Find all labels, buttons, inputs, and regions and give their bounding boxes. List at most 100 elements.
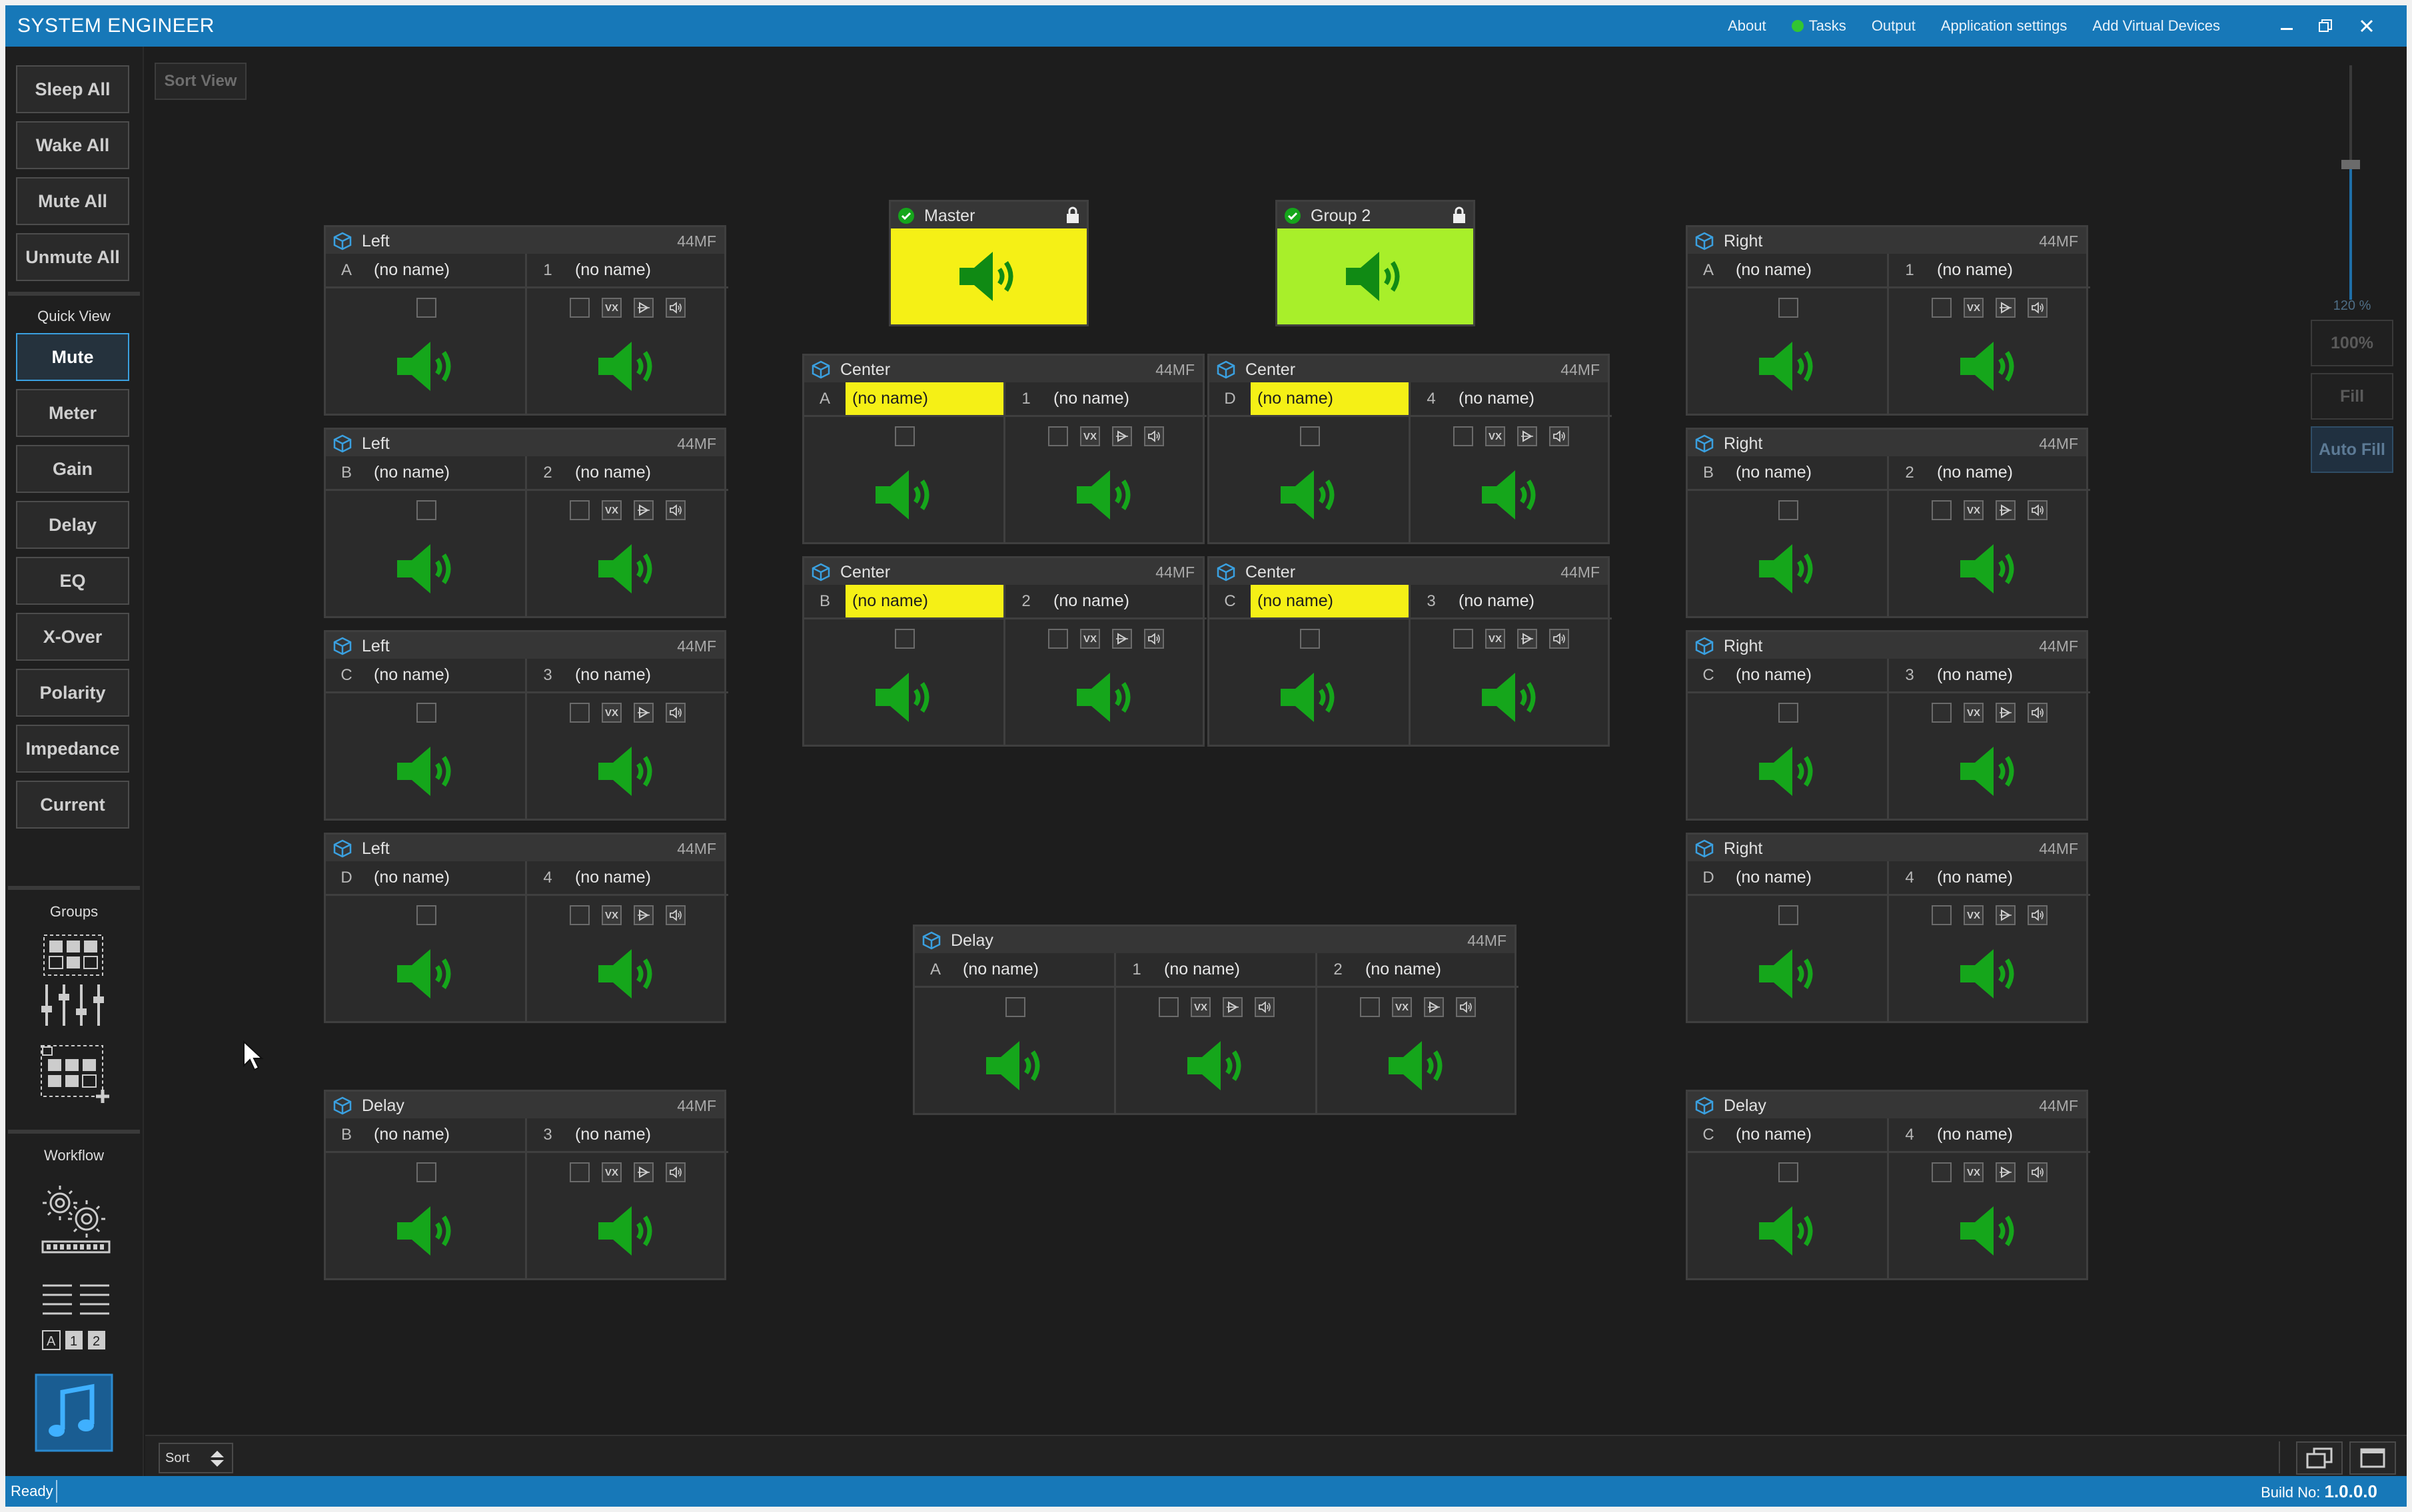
channel-checkbox[interactable] [416,905,436,925]
device-panel[interactable]: Center 44MF D (no name) 4 (no name) VX [1207,354,1612,544]
unmute-all-button[interactable]: Unmute All [16,233,129,281]
channel-name[interactable]: (no name) [956,953,1114,986]
sleep-all-button[interactable]: Sleep All [16,65,129,113]
mute-speaker-icon[interactable] [1385,1036,1451,1099]
mute-speaker-icon[interactable] [594,1201,661,1264]
mute-speaker-icon[interactable] [1755,1201,1822,1264]
channel-checkbox[interactable] [416,298,436,318]
quick-view-impedance[interactable]: Impedance [16,725,129,773]
lock-icon[interactable] [1065,206,1080,224]
channel-name[interactable]: (no name) [1452,585,1612,617]
mute-speaker-icon[interactable] [1956,336,2023,400]
speaker-small-icon[interactable] [1144,426,1164,446]
vx-button[interactable]: VX [602,298,622,318]
channel-checkbox[interactable] [416,1162,436,1182]
group-master[interactable]: Master [889,200,1089,326]
mute-speaker-icon[interactable] [594,741,661,805]
quick-view-delay[interactable]: Delay [16,501,129,549]
channel-name[interactable]: (no name) [1452,382,1612,415]
speaker-small-icon[interactable] [2028,298,2048,318]
channel-checkbox[interactable] [1048,426,1068,446]
vx-button[interactable]: VX [602,905,622,925]
workflow-settings-icon[interactable] [40,1183,112,1260]
limiter-icon[interactable] [634,905,654,925]
device-panel[interactable]: Right 44MF B (no name) 2 (no name) VX [1686,428,2090,618]
channel-checkbox[interactable] [570,905,590,925]
mute-speaker-icon[interactable] [594,944,661,1007]
device-panel[interactable]: Left 44MF A (no name) 1 (no name) VX [324,225,728,416]
mute-speaker-icon[interactable] [1956,1201,2023,1264]
channel-name[interactable]: (no name) [1729,254,1887,286]
quick-view-eq[interactable]: EQ [16,557,129,605]
channel-checkbox[interactable] [570,500,590,520]
channel-name[interactable]: (no name) [1729,659,1887,691]
channel-name[interactable]: (no name) [568,861,728,894]
menu-about[interactable]: About [1728,17,1766,35]
vx-button[interactable]: VX [602,500,622,520]
channel-checkbox[interactable] [1300,426,1320,446]
channel-name[interactable]: (no name) [367,659,525,691]
zoom-fill-button[interactable]: Fill [2311,373,2393,420]
channel-checkbox[interactable] [1932,703,1952,723]
device-panel[interactable]: Right 44MF C (no name) 3 (no name) VX [1686,630,2090,821]
device-panel[interactable]: Center 44MF A (no name) 1 (no name) VX [802,354,1207,544]
device-panel[interactable]: Delay 44MF A (no name) 1 (no name) VX 2 (no name… [913,925,1518,1115]
mute-speaker-icon[interactable] [1478,667,1544,731]
music-note-icon[interactable] [35,1373,113,1455]
speaker-small-icon[interactable] [666,703,686,723]
channel-checkbox[interactable] [1778,1162,1798,1182]
vx-button[interactable]: VX [1485,629,1505,649]
channel-checkbox[interactable] [416,703,436,723]
limiter-icon[interactable] [1996,500,2016,520]
channel-name[interactable]: (no name) [846,585,1003,617]
channel-checkbox[interactable] [1453,629,1473,649]
quick-view-polarity[interactable]: Polarity [16,669,129,717]
group-grid-icon[interactable] [43,934,104,980]
speaker-small-icon[interactable] [1255,997,1275,1017]
limiter-icon[interactable] [1517,426,1537,446]
quick-view-x-over[interactable]: X-Over [16,613,129,661]
device-panel[interactable]: Left 44MF C (no name) 3 (no name) VX [324,630,728,821]
tile-windows-icon[interactable] [2296,1441,2343,1475]
channel-name[interactable]: (no name) [1047,585,1207,617]
channel-checkbox[interactable] [1005,997,1025,1017]
channel-checkbox[interactable] [1778,298,1798,318]
menu-application-settings[interactable]: Application settings [1941,17,2068,35]
device-panel[interactable]: Delay 44MF C (no name) 4 (no name) VX [1686,1090,2090,1280]
menu-add-virtual-devices[interactable]: Add Virtual Devices [2092,17,2220,35]
menu-tasks[interactable]: Tasks [1791,17,1846,35]
channel-checkbox[interactable] [1048,629,1068,649]
vx-button[interactable]: VX [1080,426,1100,446]
vx-button[interactable]: VX [1080,629,1100,649]
vx-button[interactable]: VX [1964,703,1984,723]
speaker-small-icon[interactable] [666,1162,686,1182]
channel-name[interactable]: (no name) [367,1118,525,1151]
channel-checkbox[interactable] [1453,426,1473,446]
mute-speaker-icon[interactable] [1277,465,1343,528]
channel-name[interactable]: (no name) [568,1118,728,1151]
close-icon[interactable] [2351,13,2383,39]
quick-view-mute[interactable]: Mute [16,333,129,381]
channel-name[interactable]: (no name) [1251,382,1409,415]
device-panel[interactable]: Delay 44MF B (no name) 3 (no name) VX [324,1090,728,1280]
channel-checkbox[interactable] [570,703,590,723]
speaker-small-icon[interactable] [2028,500,2048,520]
mute-speaker-icon[interactable] [1073,667,1139,731]
sort-button[interactable]: Sort [159,1443,233,1473]
limiter-icon[interactable] [1996,1162,2016,1182]
channel-name[interactable]: (no name) [1047,382,1207,415]
menu-output[interactable]: Output [1872,17,1916,35]
speaker-small-icon[interactable] [2028,1162,2048,1182]
mute-speaker-icon[interactable] [1073,465,1139,528]
channel-checkbox[interactable] [1778,703,1798,723]
channel-checkbox[interactable] [1778,500,1798,520]
limiter-icon[interactable] [634,1162,654,1182]
limiter-icon[interactable] [1996,298,2016,318]
speaker-small-icon[interactable] [1549,629,1569,649]
vx-button[interactable]: VX [602,1162,622,1182]
channel-name[interactable]: (no name) [846,382,1003,415]
channel-name[interactable]: (no name) [1157,953,1315,986]
limiter-icon[interactable] [634,298,654,318]
mute-speaker-icon[interactable] [1478,465,1544,528]
channel-checkbox[interactable] [1932,1162,1952,1182]
